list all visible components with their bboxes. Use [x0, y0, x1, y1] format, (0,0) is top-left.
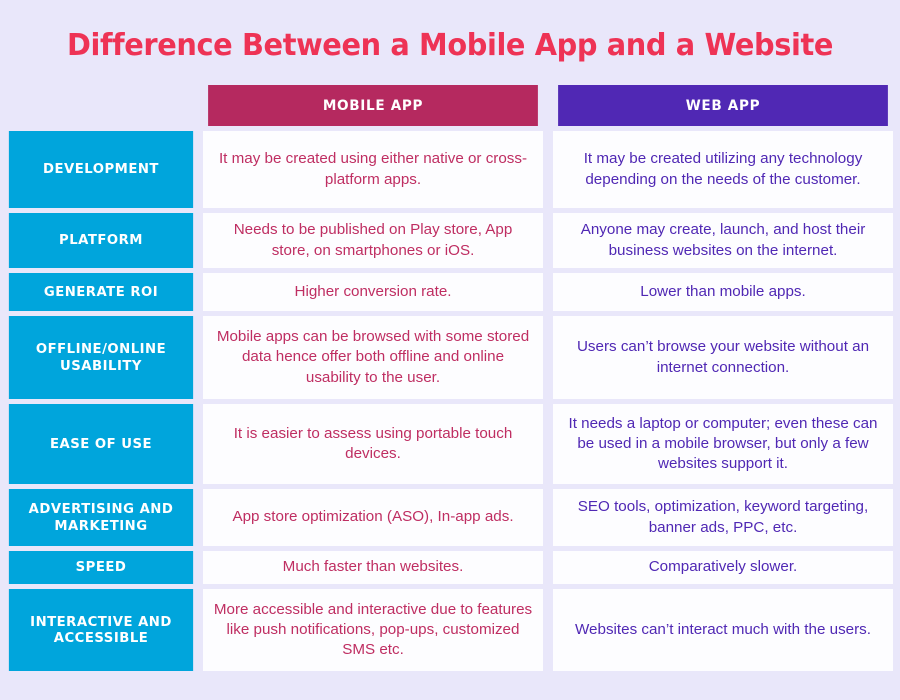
cell-mobile-ease-of-use: It is easier to assess using portable to… [203, 404, 543, 484]
table-header-row: MOBILE APP WEB APP [0, 85, 900, 126]
title-bar: Difference Between a Mobile App and a We… [0, 0, 900, 85]
table-row: OFFLINE/ONLINE USABILITY Mobile apps can… [0, 316, 900, 399]
column-gap-left [195, 131, 203, 208]
cell-web-platform: Anyone may create, launch, and host thei… [553, 213, 893, 268]
comparison-infographic: Difference Between a Mobile App and a We… [0, 0, 900, 700]
cell-mobile-development: It may be created using either native or… [203, 131, 543, 208]
column-gap-left [195, 404, 203, 484]
column-gap-right [543, 131, 553, 208]
column-gap-right [543, 213, 553, 268]
column-gap-right [543, 85, 553, 126]
table-row: PLATFORM Needs to be published on Play s… [0, 213, 900, 268]
column-gap-left [195, 273, 203, 311]
column-gap-left [195, 489, 203, 546]
column-gap-right [543, 316, 553, 399]
cell-mobile-advertising-and-marketing: App store optimization (ASO), In-app ads… [203, 489, 543, 546]
table-row: EASE OF USE It is easier to assess using… [0, 404, 900, 484]
column-gap-right [543, 489, 553, 546]
column-gap-right [543, 551, 553, 584]
cell-web-interactive-and-accessible: Websites can’t interact much with the us… [553, 589, 893, 671]
cell-web-advertising-and-marketing: SEO tools, optimization, keyword targeti… [553, 489, 893, 546]
column-gap-left [195, 551, 203, 584]
cell-web-development: It may be created utilizing any technolo… [553, 131, 893, 208]
column-gap-left [195, 213, 203, 268]
cell-web-generate-roi: Lower than mobile apps. [553, 273, 893, 311]
comparison-table: MOBILE APP WEB APP DEVELOPMENT It may be… [0, 85, 900, 676]
column-gap-left [195, 85, 203, 126]
header-web-app: WEB APP [558, 85, 888, 126]
cell-web-offline-online-usability: Users can’t browse your website without … [553, 316, 893, 399]
row-label-platform: PLATFORM [8, 213, 194, 268]
row-label-interactive-and-accessible: INTERACTIVE AND ACCESSIBLE [8, 589, 194, 671]
row-label-ease-of-use: EASE OF USE [8, 404, 194, 484]
header-mobile-app: MOBILE APP [208, 85, 538, 126]
column-gap-left [195, 316, 203, 399]
cell-mobile-offline-online-usability: Mobile apps can be browsed with some sto… [203, 316, 543, 399]
row-label-offline-online-usability: OFFLINE/ONLINE USABILITY [8, 316, 194, 399]
cell-mobile-interactive-and-accessible: More accessible and interactive due to f… [203, 589, 543, 671]
table-row: SPEED Much faster than websites. Compara… [0, 551, 900, 584]
table-row: DEVELOPMENT It may be created using eith… [0, 131, 900, 208]
cell-mobile-platform: Needs to be published on Play store, App… [203, 213, 543, 268]
column-gap-right [543, 589, 553, 671]
cell-mobile-speed: Much faster than websites. [203, 551, 543, 584]
header-label-spacer [7, 85, 195, 126]
page-title: Difference Between a Mobile App and a We… [66, 28, 834, 63]
cell-mobile-generate-roi: Higher conversion rate. [203, 273, 543, 311]
column-gap-right [543, 273, 553, 311]
table-row: ADVERTISING AND MARKETING App store opti… [0, 489, 900, 546]
table-row: GENERATE ROI Higher conversion rate. Low… [0, 273, 900, 311]
row-label-speed: SPEED [8, 551, 194, 584]
column-gap-left [195, 589, 203, 671]
row-label-advertising-and-marketing: ADVERTISING AND MARKETING [8, 489, 194, 546]
cell-web-speed: Comparatively slower. [553, 551, 893, 584]
cell-web-ease-of-use: It needs a laptop or computer; even thes… [553, 404, 893, 484]
column-gap-right [543, 404, 553, 484]
row-label-generate-roi: GENERATE ROI [8, 273, 194, 311]
table-row: INTERACTIVE AND ACCESSIBLE More accessib… [0, 589, 900, 671]
row-label-development: DEVELOPMENT [8, 131, 194, 208]
